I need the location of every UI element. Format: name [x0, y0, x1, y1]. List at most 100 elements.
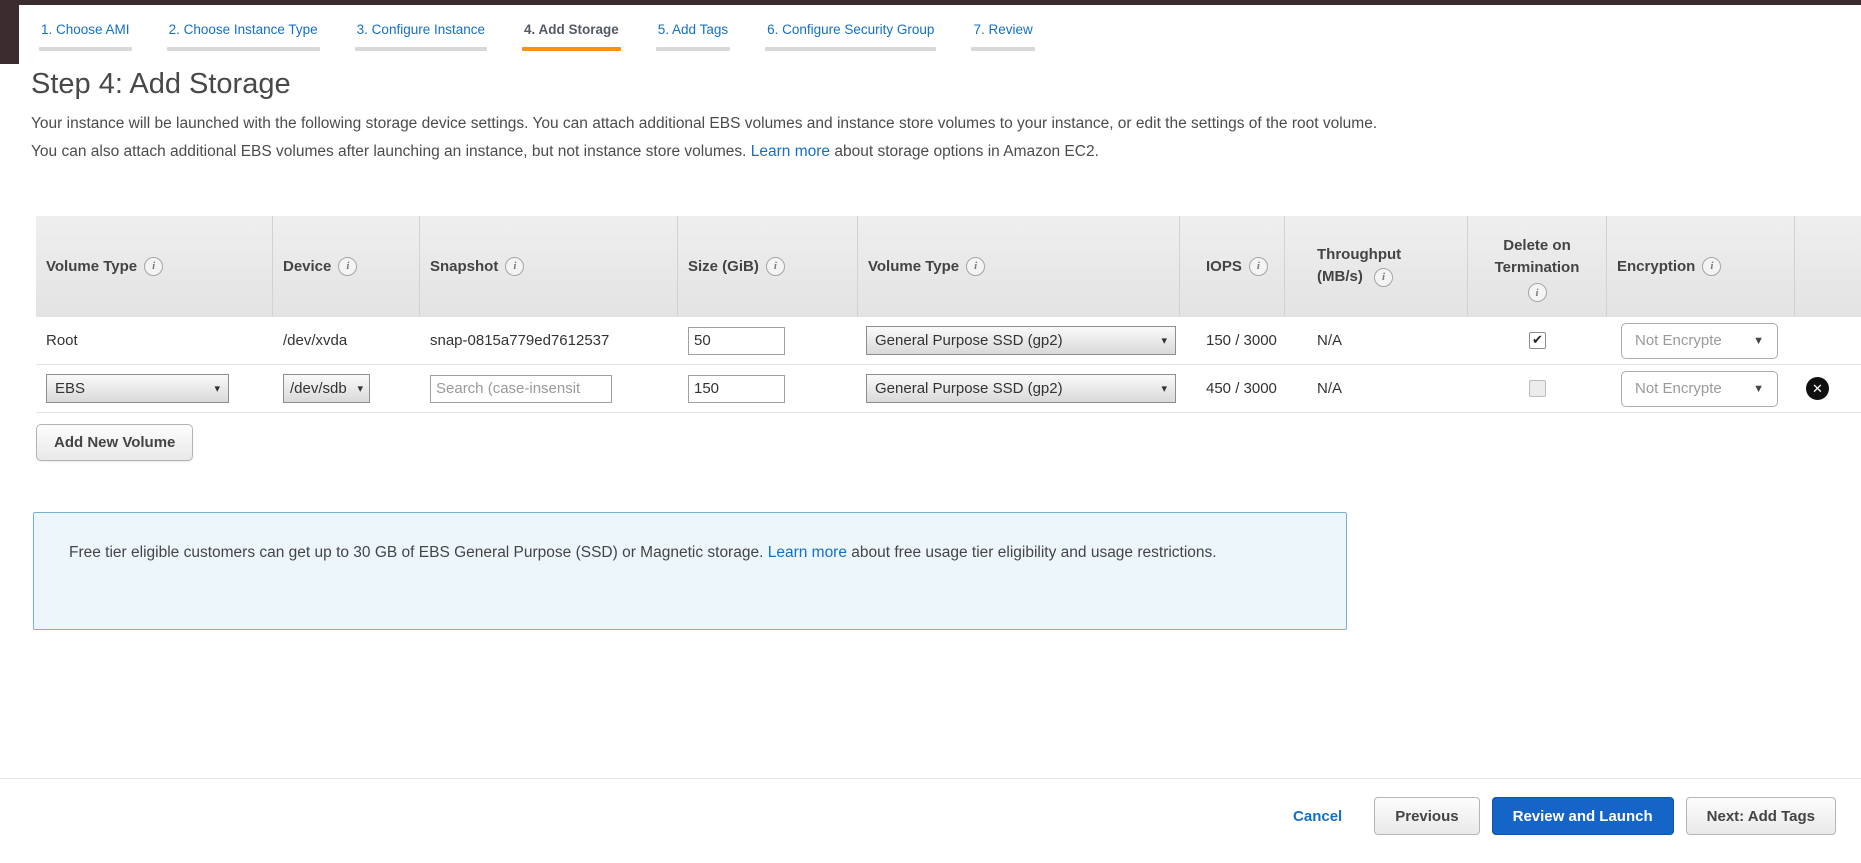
info-icon[interactable]: i: [1528, 283, 1547, 302]
review-and-launch-button[interactable]: Review and Launch: [1492, 797, 1674, 835]
volume-kind-select[interactable]: EBS ▾: [46, 374, 229, 403]
tab-underline: [971, 47, 1034, 51]
tab-choose-instance-type[interactable]: 2. Choose Instance Type: [167, 22, 320, 51]
info-icon[interactable]: i: [338, 257, 357, 276]
column-header-volume-type: Volume Type i: [858, 216, 1180, 316]
page-title: Step 4: Add Storage: [31, 68, 291, 101]
volume-type-cell: Root: [36, 317, 273, 364]
tab-underline: [656, 47, 730, 51]
tab-underline: [355, 47, 487, 51]
page-description: Your instance will be launched with the …: [31, 110, 1381, 165]
storage-row-root: Root /dev/xvda snap-0815a779ed7612537 Ge…: [36, 316, 1861, 364]
iops-cell: 150 / 3000: [1180, 317, 1285, 364]
delete-on-termination-checkbox[interactable]: ✔: [1529, 332, 1546, 349]
encryption-cell: Not Encrypte ▼: [1607, 365, 1795, 412]
caret-down-icon: ▾: [357, 382, 363, 395]
tab-label: 3. Configure Instance: [355, 22, 487, 37]
tab-configure-security-group[interactable]: 6. Configure Security Group: [765, 22, 936, 51]
snapshot-search-input[interactable]: [430, 375, 612, 403]
footer-divider: [0, 778, 1861, 779]
tab-label: 6. Configure Security Group: [765, 22, 936, 37]
tab-label: 1. Choose AMI: [39, 22, 132, 37]
storage-row-ebs: EBS ▾ /dev/sdb ▾ General Purpose SSD (gp…: [36, 364, 1861, 413]
encryption-cell: Not Encrypte ▼: [1607, 317, 1795, 364]
size-cell: [678, 317, 858, 364]
device-cell: /dev/xvda: [273, 317, 420, 364]
window-chrome-left-strip: [0, 0, 19, 64]
previous-button[interactable]: Previous: [1374, 797, 1479, 835]
next-add-tags-button[interactable]: Next: Add Tags: [1686, 797, 1836, 835]
row-actions-cell: [1795, 317, 1861, 364]
snapshot-cell: snap-0815a779ed7612537: [420, 317, 678, 364]
column-header-snapshot: Snapshot i: [420, 216, 678, 316]
info-icon[interactable]: i: [766, 257, 785, 276]
storage-volumes-table: Volume Type i Device i Snapshot i Size (…: [36, 216, 1861, 413]
wizard-step-tabs: 1. Choose AMI 2. Choose Instance Type 3.…: [39, 22, 1070, 51]
info-icon[interactable]: i: [966, 257, 985, 276]
info-icon[interactable]: i: [1374, 268, 1393, 287]
tab-label: 4. Add Storage: [522, 22, 621, 37]
encryption-select[interactable]: Not Encrypte ▼: [1621, 371, 1778, 407]
column-header-delete-on-termination: Delete on Termination i: [1468, 216, 1607, 316]
tab-label: 5. Add Tags: [656, 22, 730, 37]
device-select[interactable]: /dev/sdb ▾: [283, 374, 370, 403]
tab-review[interactable]: 7. Review: [971, 22, 1034, 51]
description-text: about storage options in Amazon EC2.: [834, 143, 1099, 160]
caret-down-icon: ▾: [1161, 334, 1167, 347]
checkmark-icon: ✔: [1532, 333, 1543, 346]
throughput-cell: N/A: [1285, 365, 1468, 412]
size-cell: [678, 365, 858, 412]
info-icon[interactable]: i: [1702, 257, 1721, 276]
encryption-select[interactable]: Not Encrypte ▼: [1621, 323, 1778, 359]
learn-more-free-tier-link[interactable]: Learn more: [768, 544, 847, 561]
column-header-iops: IOPS i: [1180, 216, 1285, 316]
window-chrome-top-bar: [0, 0, 1861, 5]
tab-underline: [765, 47, 936, 51]
volume-type-select-cell: General Purpose SSD (gp2) ▾: [858, 317, 1180, 364]
row-actions-cell: ✕: [1795, 365, 1861, 412]
delete-on-termination-cell: ✔: [1468, 317, 1607, 364]
tab-label: 7. Review: [971, 22, 1034, 37]
volume-type-select[interactable]: General Purpose SSD (gp2) ▾: [866, 374, 1176, 403]
volume-type-cell: EBS ▾: [36, 365, 273, 412]
snapshot-cell: [420, 365, 678, 412]
info-icon[interactable]: i: [505, 257, 524, 276]
throughput-cell: N/A: [1285, 317, 1468, 364]
device-cell: /dev/sdb ▾: [273, 365, 420, 412]
column-header-encryption: Encryption i: [1607, 216, 1795, 316]
size-input[interactable]: [688, 375, 785, 403]
column-header-throughput: Throughput (MB/s) i: [1285, 216, 1468, 316]
tab-choose-ami[interactable]: 1. Choose AMI: [39, 22, 132, 51]
free-tier-notice: Free tier eligible customers can get up …: [33, 512, 1347, 630]
caret-down-icon: ▼: [1753, 335, 1764, 347]
caret-down-icon: ▾: [1161, 382, 1167, 395]
table-header-row: Volume Type i Device i Snapshot i Size (…: [36, 216, 1861, 316]
iops-cell: 450 / 3000: [1180, 365, 1285, 412]
description-text: Your instance will be launched with the …: [31, 115, 1377, 160]
size-input[interactable]: [688, 327, 785, 355]
wizard-footer-actions: Cancel Previous Review and Launch Next: …: [1293, 797, 1836, 835]
notice-text: Free tier eligible customers can get up …: [69, 544, 763, 561]
notice-text: about free usage tier eligibility and us…: [851, 544, 1216, 561]
tab-underline: [39, 47, 132, 51]
column-header-device: Device i: [273, 216, 420, 316]
info-icon[interactable]: i: [1249, 257, 1268, 276]
delete-on-termination-cell: ✔: [1468, 365, 1607, 412]
cancel-link[interactable]: Cancel: [1293, 808, 1342, 825]
add-new-volume-button[interactable]: Add New Volume: [36, 424, 193, 461]
tab-label: 2. Choose Instance Type: [167, 22, 320, 37]
delete-on-termination-checkbox[interactable]: ✔: [1529, 380, 1546, 397]
caret-down-icon: ▾: [214, 382, 220, 395]
column-header-volume-type-left: Volume Type i: [36, 216, 273, 316]
info-icon[interactable]: i: [144, 257, 163, 276]
tab-add-tags[interactable]: 5. Add Tags: [656, 22, 730, 51]
caret-down-icon: ▼: [1753, 383, 1764, 395]
tab-configure-instance[interactable]: 3. Configure Instance: [355, 22, 487, 51]
column-header-spacer: [1795, 216, 1861, 316]
tab-add-storage[interactable]: 4. Add Storage: [522, 22, 621, 51]
learn-more-storage-link[interactable]: Learn more: [751, 143, 830, 160]
column-header-size: Size (GiB) i: [678, 216, 858, 316]
tab-underline-active: [522, 47, 621, 51]
remove-volume-button[interactable]: ✕: [1806, 377, 1829, 400]
volume-type-select[interactable]: General Purpose SSD (gp2) ▾: [866, 326, 1176, 355]
